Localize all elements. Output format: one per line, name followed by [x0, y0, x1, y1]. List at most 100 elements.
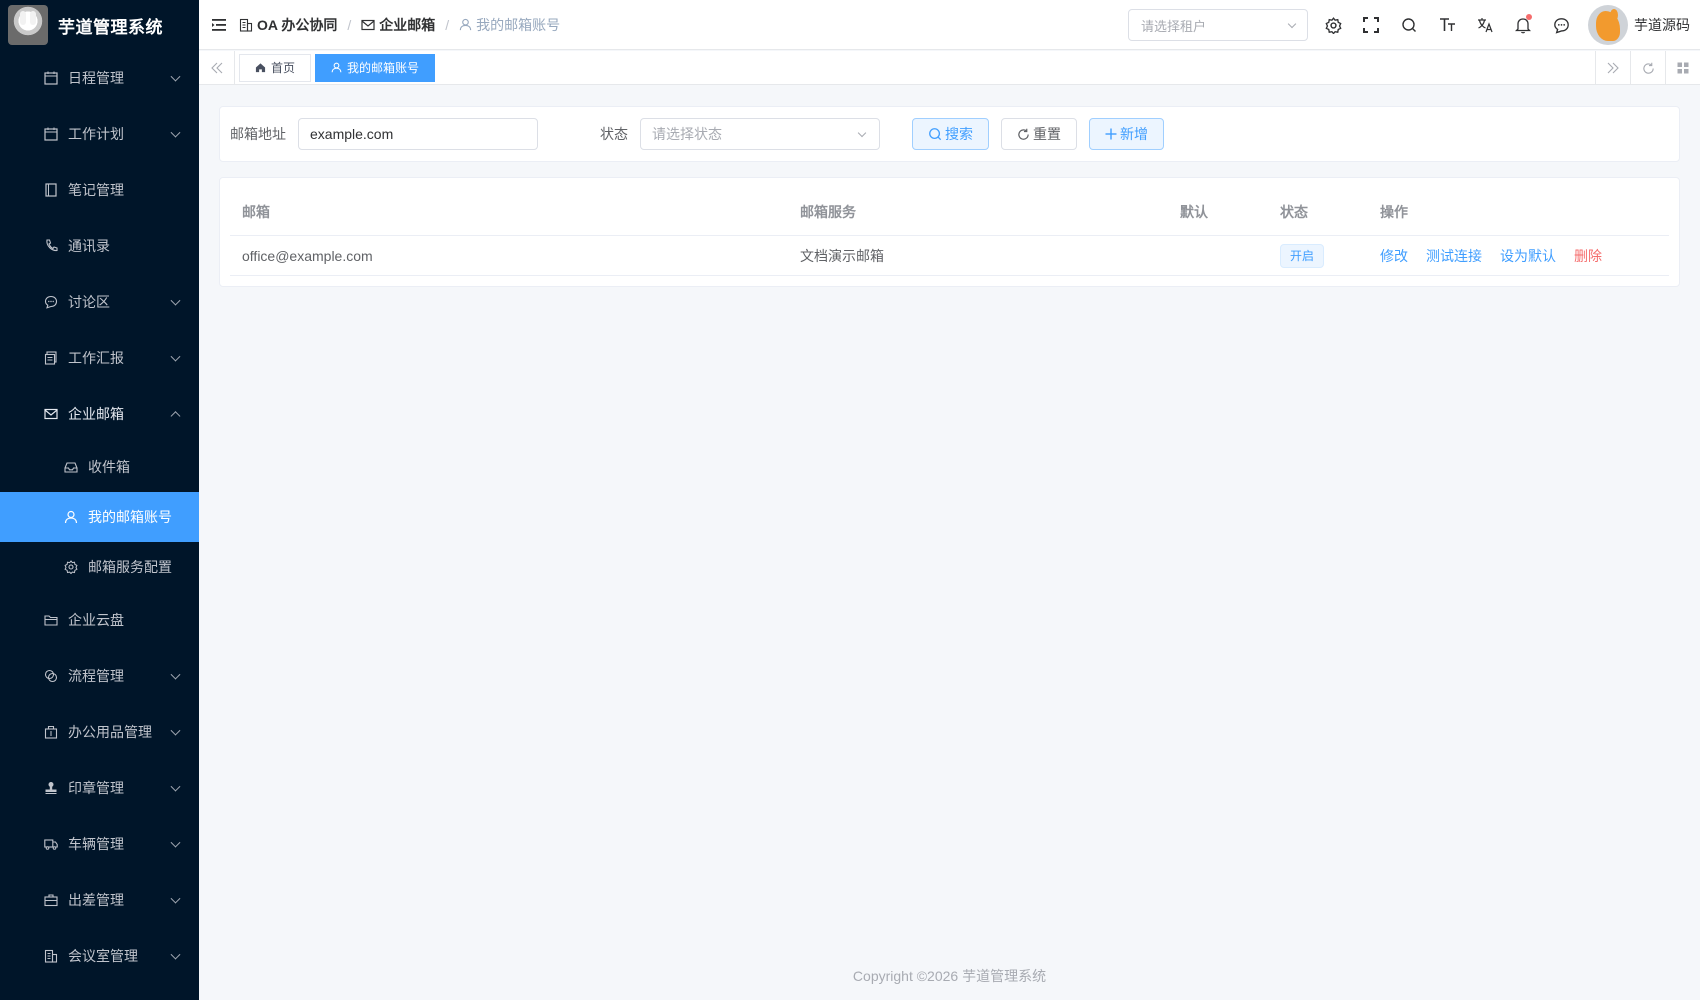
breadcrumb-item-mail[interactable]: 企业邮箱: [361, 15, 435, 35]
building-icon: [239, 18, 253, 32]
search-button-label: 搜索: [945, 126, 973, 142]
gear-icon: [1324, 16, 1342, 34]
sidebar-item-enterprise-mail[interactable]: 企业邮箱: [0, 386, 199, 442]
edit-link[interactable]: 修改: [1380, 246, 1408, 266]
breadcrumb-label: OA 办公协同: [257, 16, 338, 33]
logo-area[interactable]: 芋道管理系统: [0, 0, 199, 50]
chat-icon: [1553, 17, 1570, 34]
avatar[interactable]: [1588, 5, 1628, 45]
translate-icon: [1477, 17, 1494, 33]
sidebar-item-work-plan[interactable]: 工作计划: [0, 106, 199, 162]
email-address-input[interactable]: example.com: [298, 118, 538, 150]
sidebar-item-meeting-room[interactable]: 会议室管理: [0, 928, 199, 984]
sidebar-item-label: 我的邮箱账号: [88, 509, 172, 525]
chevron-down-icon: [170, 949, 181, 960]
breadcrumb-label: 我的邮箱账号: [476, 16, 561, 33]
breadcrumb-label: 企业邮箱: [379, 16, 436, 33]
chevron-down-icon: [170, 725, 181, 736]
notifications-button[interactable]: [1504, 0, 1542, 50]
sidebar-item-inbox[interactable]: 收件箱: [0, 442, 199, 492]
search-button[interactable]: [1390, 0, 1428, 50]
test-connection-link[interactable]: 测试连接: [1426, 246, 1482, 266]
briefcase-icon: [44, 893, 58, 907]
header-actions: 请选择租户 芋道源码: [1128, 0, 1690, 50]
sidebar-item-notes[interactable]: 笔记管理: [0, 162, 199, 218]
notification-badge: [1526, 14, 1532, 20]
messages-button[interactable]: [1542, 0, 1580, 50]
flow-icon: [44, 669, 58, 683]
sidebar-item-workflow[interactable]: 流程管理: [0, 648, 199, 704]
sidebar-item-contacts[interactable]: 通讯录: [0, 218, 199, 274]
add-button[interactable]: 新增: [1089, 118, 1164, 150]
font-size-button[interactable]: [1428, 0, 1466, 50]
mail-icon: [361, 18, 375, 32]
chevron-down-icon: [170, 127, 181, 138]
delete-link[interactable]: 删除: [1574, 246, 1602, 266]
tags-menu-button[interactable]: [1665, 51, 1700, 85]
building-icon: [44, 949, 58, 963]
tag-label: 首页: [271, 61, 296, 75]
fullscreen-icon: [1363, 17, 1379, 33]
sidebar-item-label: 流程管理: [68, 668, 124, 684]
add-button-label: 新增: [1120, 126, 1148, 142]
search-button[interactable]: 搜索: [912, 118, 989, 150]
table-row: office@example.com 文档演示邮箱 开启 修改 测试连接 设为默…: [230, 236, 1669, 276]
column-header-status: 状态: [1280, 203, 1308, 220]
double-chevron-left-icon: [210, 62, 223, 74]
chat-icon: [44, 295, 58, 309]
tag-home[interactable]: 首页: [239, 53, 312, 82]
menu-fold-icon: [211, 18, 227, 32]
sidebar-item-label: 车辆管理: [68, 836, 124, 852]
top-navbar: OA 办公协同 / 企业邮箱 / 我的邮箱账号 请选择租户 芋道源码: [199, 0, 1700, 50]
breadcrumb-separator: /: [445, 16, 450, 33]
calendar-icon: [44, 127, 58, 141]
sidebar-item-discussion[interactable]: 讨论区: [0, 274, 199, 330]
sidebar-item-label: 印章管理: [68, 780, 124, 796]
sidebar-item-work-report[interactable]: 工作汇报: [0, 330, 199, 386]
language-button[interactable]: [1466, 0, 1504, 50]
box-icon: [44, 725, 58, 739]
status-select[interactable]: 请选择状态: [640, 118, 880, 150]
sidebar-item-vehicle[interactable]: 车辆管理: [0, 816, 199, 872]
sidebar-item-cloud-disk[interactable]: 企业云盘: [0, 592, 199, 648]
grid-icon: [1677, 62, 1689, 74]
email-address-value: example.com: [310, 126, 394, 142]
sidebar-menu: 日程管理 工作计划 笔记管理 通讯录 讨论区 工作汇报 企业邮箱 收件箱 我的邮…: [0, 50, 199, 984]
chevron-down-icon: [170, 669, 181, 680]
plus-icon: [1105, 128, 1117, 140]
status-badge: 开启: [1280, 243, 1325, 268]
sidebar-item-business-trip[interactable]: 出差管理: [0, 872, 199, 928]
sidebar-item-label: 企业邮箱: [68, 406, 124, 422]
tags-scroll-right[interactable]: [1595, 51, 1630, 85]
sidebar-item-schedule[interactable]: 日程管理: [0, 50, 199, 106]
settings-button[interactable]: [1314, 0, 1352, 50]
refresh-icon: [1017, 128, 1030, 141]
sidebar-item-mail-service-config[interactable]: 邮箱服务配置: [0, 542, 199, 592]
double-chevron-right-icon: [1607, 62, 1619, 74]
user-name[interactable]: 芋道源码: [1634, 15, 1690, 35]
sidebar-item-label: 出差管理: [68, 892, 124, 908]
calendar-icon: [44, 71, 58, 85]
column-header-default: 默认: [1180, 203, 1208, 220]
tenant-select[interactable]: 请选择租户: [1128, 9, 1308, 41]
tenant-select-placeholder: 请选择租户: [1141, 18, 1207, 34]
chevron-down-icon: [170, 893, 181, 904]
sidebar-item-seal[interactable]: 印章管理: [0, 760, 199, 816]
user-icon: [331, 62, 342, 73]
tags-scroll-left[interactable]: [199, 50, 235, 85]
sidebar-item-my-mail-account[interactable]: 我的邮箱账号: [0, 492, 199, 542]
chevron-down-icon: [170, 837, 181, 848]
tag-my-mail-account[interactable]: 我的邮箱账号: [315, 53, 436, 82]
sidebar-item-office-supplies[interactable]: 办公用品管理: [0, 704, 199, 760]
notebook-icon: [44, 183, 58, 197]
breadcrumb-item-oa[interactable]: OA 办公协同: [239, 15, 337, 35]
hamburger-toggle[interactable]: [199, 0, 239, 50]
mail-icon: [44, 407, 58, 421]
refresh-tag-button[interactable]: [1630, 51, 1665, 85]
reset-button[interactable]: 重置: [1001, 118, 1077, 150]
chevron-down-icon: [170, 351, 181, 362]
fullscreen-button[interactable]: [1352, 0, 1390, 50]
search-form: 邮箱地址 example.com 状态 请选择状态 搜索 重置 新增: [219, 106, 1680, 162]
sidebar-item-label: 会议室管理: [68, 948, 138, 964]
set-default-link[interactable]: 设为默认: [1500, 246, 1556, 266]
